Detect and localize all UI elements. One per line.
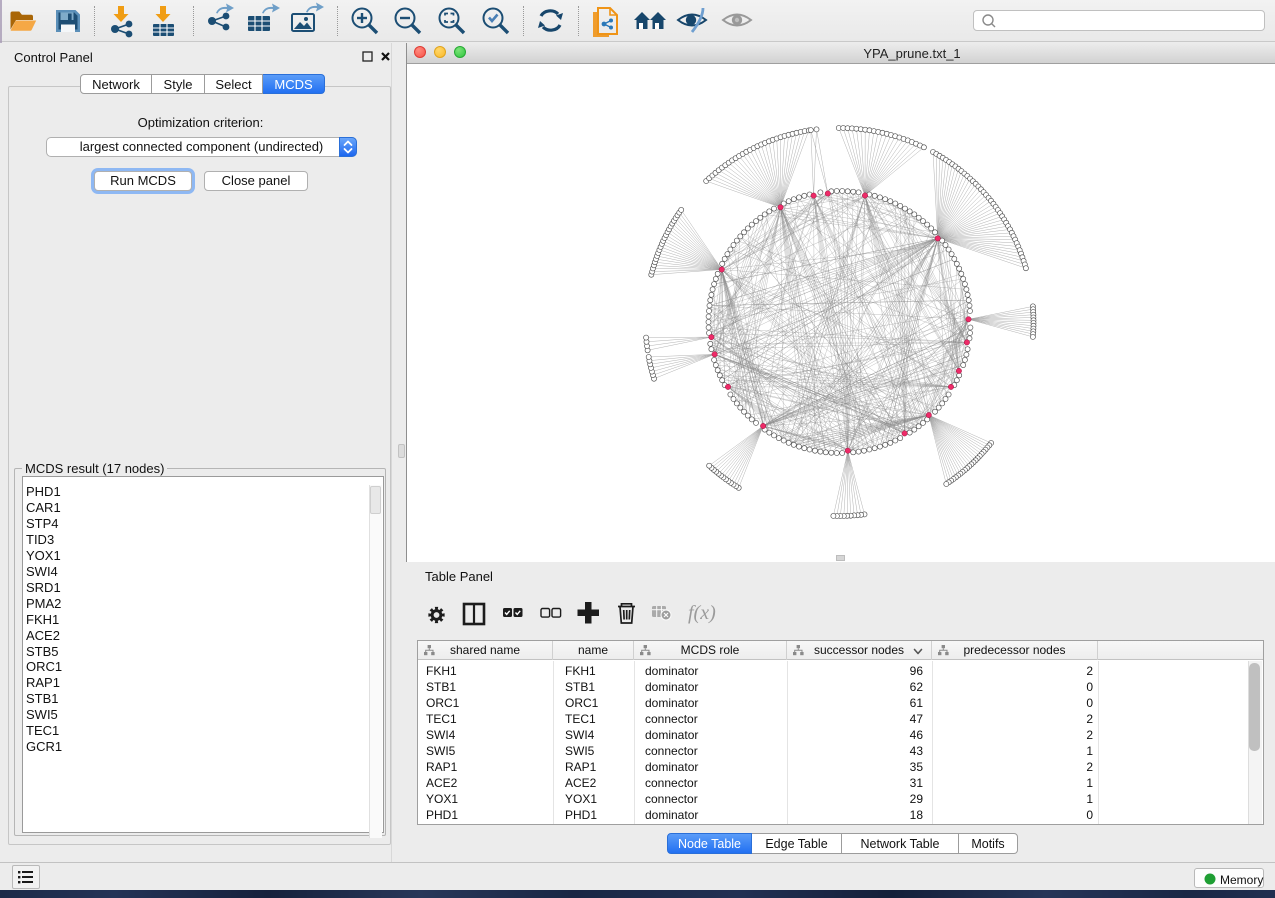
svg-text:f(x): f(x)	[688, 602, 716, 624]
